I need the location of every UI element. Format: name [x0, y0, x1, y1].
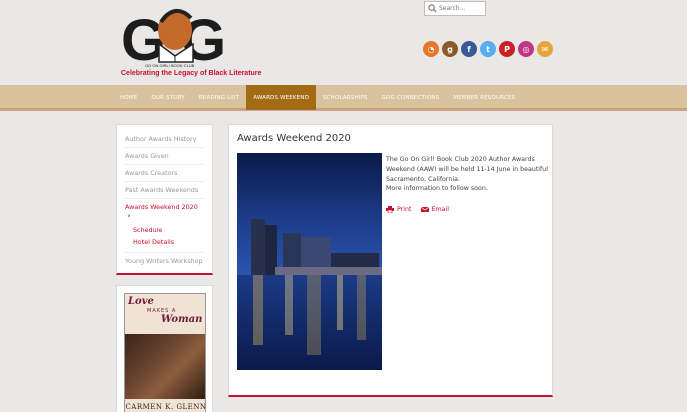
- rss-icon[interactable]: ◔: [423, 41, 439, 57]
- sidebar-subitem-hotel-details[interactable]: Hotel Details: [124, 236, 205, 248]
- email-icon[interactable]: ✉: [537, 41, 553, 57]
- print-icon: [386, 206, 394, 213]
- nav-divider: [0, 110, 687, 111]
- logo-club-name: GO ON GIRL! BOOK CLUB: [145, 63, 195, 68]
- book-cover-photo: [125, 334, 205, 399]
- instagram-icon[interactable]: ◎: [518, 41, 534, 57]
- nav-item-gog-connections[interactable]: GOG CONNECTIONS: [375, 85, 447, 110]
- sidebar-item-author-awards-history[interactable]: Author Awards History: [124, 131, 205, 148]
- main-content: Awards Weekend 2020 The Go On Girl! Book…: [228, 124, 553, 397]
- event-note: More information to follow soon.: [386, 185, 488, 193]
- sidebar-item-label: Awards Weekend 2020: [125, 203, 198, 211]
- nav-item-reading-list[interactable]: READING LIST: [192, 85, 246, 110]
- social-links: ◔ g f t P ◎ ✉: [423, 41, 553, 57]
- book-title-line3: Woman: [161, 314, 203, 325]
- page-title: Awards Weekend 2020: [237, 133, 351, 144]
- search-icon: [428, 4, 437, 13]
- sidebar-item-awards-weekend-2020[interactable]: Awards Weekend 2020 ∨: [124, 199, 205, 223]
- sidebar-submenu: Schedule Hotel Details: [124, 223, 205, 253]
- goodreads-icon[interactable]: g: [442, 41, 458, 57]
- nav-item-awards-weekend[interactable]: AWARDS WEEKEND: [246, 85, 316, 110]
- chevron-down-icon: ∨: [127, 213, 131, 219]
- email-label: Email: [431, 206, 449, 213]
- gog-logo-mark: G G: [121, 8, 226, 73]
- sacramento-skyline-photo: [237, 153, 382, 370]
- book-author: CARMEN K. GLENN: [125, 401, 206, 411]
- facebook-icon[interactable]: f: [461, 41, 477, 57]
- main-nav: HOME OUR STORY READING LIST AWARDS WEEKEND S…: [0, 85, 687, 110]
- nav-item-home[interactable]: HOME: [113, 85, 144, 110]
- book-title-line1: Love: [128, 296, 154, 307]
- email-link[interactable]: Email: [420, 206, 449, 213]
- event-paragraph: The Go On Girl! Book Club 2020 Author Aw…: [386, 156, 549, 183]
- site-logo[interactable]: G G GO ON GIRL! BOOK CLUB Celebrating th…: [121, 4, 261, 82]
- sidebar-item-past-awards-weekends[interactable]: Past Awards Weekends: [124, 182, 205, 199]
- book-cover[interactable]: Love MAKES A Woman CARMEN K. GLENN: [124, 293, 206, 412]
- sidebar-item-awards-creators[interactable]: Awards Creators: [124, 165, 205, 182]
- article-actions: Print Email: [386, 206, 449, 213]
- envelope-icon: [420, 206, 429, 212]
- event-description: The Go On Girl! Book Club 2020 Author Aw…: [386, 155, 548, 194]
- book-promo: Love MAKES A Woman CARMEN K. GLENN: [116, 285, 213, 412]
- nav-item-scholarships[interactable]: SCHOLARSHIPS: [316, 85, 375, 110]
- nav-item-our-story[interactable]: OUR STORY: [144, 85, 191, 110]
- twitter-icon[interactable]: t: [480, 41, 496, 57]
- sidebar-item-young-writers-workshop[interactable]: Young Writers Workshop: [124, 253, 205, 269]
- search-input[interactable]: [439, 5, 485, 12]
- nav-item-member-resources[interactable]: MEMBER RESOURCES: [446, 85, 522, 110]
- sidebar-subitem-schedule[interactable]: Schedule: [124, 224, 205, 236]
- print-link[interactable]: Print: [386, 206, 412, 213]
- search-box[interactable]: [424, 1, 486, 16]
- sidebar-item-awards-given[interactable]: Awards Given: [124, 148, 205, 165]
- logo-tagline: Celebrating the Legacy of Black Literatu…: [121, 70, 262, 77]
- pinterest-icon[interactable]: P: [499, 41, 515, 57]
- sidebar-menu: Author Awards History Awards Given Award…: [116, 124, 213, 275]
- print-label: Print: [397, 206, 412, 213]
